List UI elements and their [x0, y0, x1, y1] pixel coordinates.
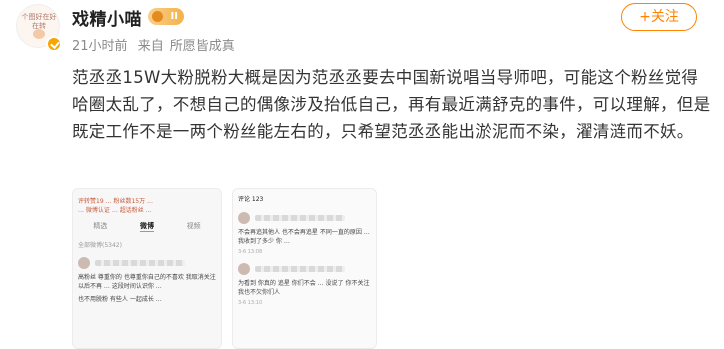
screenshot-comment: 为看到 你真的 追星 你们不会 … 没说了 你不关注 我也不欠你们人: [238, 280, 370, 296]
blurred-avatar: [78, 257, 90, 269]
blurred-user-row: [233, 263, 376, 275]
post-time[interactable]: 21小时前: [72, 39, 128, 54]
level-badge[interactable]: II: [148, 8, 184, 25]
post-image-2[interactable]: 评论 123 不会再追其他人 也不会再追星 不同一直的原因 … 我收到了多少 你…: [232, 188, 377, 349]
screenshot-tabs: 精选 微博 视频: [73, 221, 221, 232]
source-prefix: 来自: [137, 39, 164, 54]
level-badge-label: II: [170, 11, 178, 22]
screenshot-tab: 视频: [186, 222, 201, 230]
screenshot-tab: 精选: [93, 222, 108, 230]
screenshot-line: … 微博认证 … 超话粉丝 …: [78, 207, 152, 214]
screenshot-comment: 不会再追其他人 也不会再追星 不同一直的原因 … 我收到了多少 你 …: [238, 229, 370, 245]
post-image-1[interactable]: 评转赞19 … 粉丝数15万 … … 微博认证 … 超话粉丝 … 精选 微博 视…: [72, 188, 222, 349]
blurred-avatar: [238, 263, 250, 275]
screenshot-header: 评论 123: [238, 196, 264, 203]
screenshot-time: 3-6 13:08: [238, 249, 263, 255]
blurred-user-row: [73, 257, 221, 269]
screenshot-comment: 高粉丝 尊重你的 也尊重你自己的不喜欢 我取消关注 以后不再 … 这段时间认识你…: [78, 274, 216, 290]
post-text: 范丞丞15W大粉脱粉大概是因为范丞丞要去中国新说唱当导师吧，可能这个粉丝觉得哈圈…: [72, 68, 711, 141]
post-source[interactable]: 所愿皆成真: [170, 39, 235, 54]
username[interactable]: 戏精小喵: [72, 5, 142, 30]
blurred-name: [255, 215, 345, 221]
blurred-avatar: [238, 212, 250, 224]
blurred-name: [255, 266, 345, 272]
verified-badge-icon: [46, 36, 62, 52]
follow-button[interactable]: +关注: [621, 3, 697, 31]
screenshot-comment: 也不用脱粉 有些人 一起成长 …: [78, 296, 162, 303]
screenshot-small-text: 全部微博(5342): [78, 242, 122, 249]
avatar-face: [33, 29, 45, 39]
blurred-name: [95, 260, 185, 266]
screenshot-line: 评转赞19 … 粉丝数15万 …: [78, 198, 153, 205]
post-meta: 21小时前 来自 所愿皆成真: [72, 35, 241, 54]
screenshot-tab-active: 微博: [139, 222, 154, 232]
blurred-user-row: [233, 212, 376, 224]
crown-icon: [152, 11, 163, 22]
screenshot-time: 3-6 13:10: [238, 300, 263, 306]
